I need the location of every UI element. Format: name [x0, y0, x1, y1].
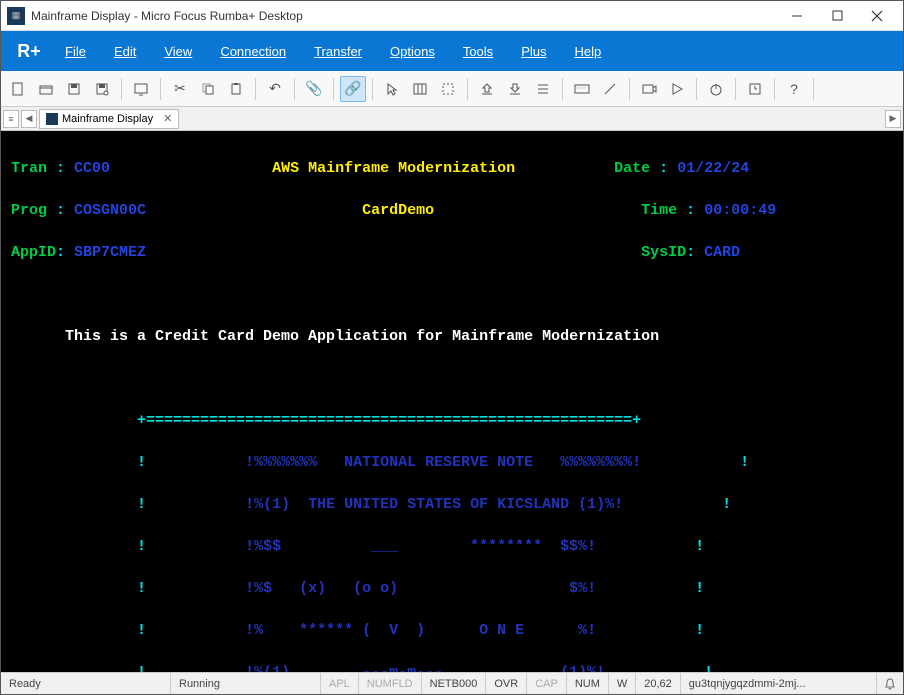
maximize-button[interactable]	[817, 2, 857, 30]
copy-icon[interactable]	[195, 76, 221, 102]
menu-plus[interactable]: Plus	[507, 44, 560, 59]
toolbar: ✂ ↶ 📎 🔗 ?	[1, 71, 903, 107]
minimize-button[interactable]	[777, 2, 817, 30]
tab-prev[interactable]: ◀	[21, 110, 37, 128]
app-title: AWS Mainframe Modernization	[272, 158, 515, 179]
terminal-screen[interactable]: Tran : CC00 AWS Mainframe Modernization …	[1, 131, 903, 672]
time-value: 00:00:49	[704, 200, 776, 221]
tab-next[interactable]: ▶	[885, 110, 901, 128]
date-label: Date	[614, 158, 659, 179]
power-icon[interactable]	[703, 76, 729, 102]
close-button[interactable]	[857, 2, 897, 30]
attach-icon[interactable]: 📎	[301, 76, 327, 102]
tab-mainframe-display[interactable]: Mainframe Display ✕	[39, 109, 179, 129]
cursor-icon[interactable]	[379, 76, 405, 102]
sysid-label: SysID	[641, 242, 686, 263]
tran-value: CC00	[74, 158, 110, 179]
save-icon[interactable]	[61, 76, 87, 102]
prog-label: Prog	[11, 200, 56, 221]
open-icon[interactable]	[33, 76, 59, 102]
undo-icon[interactable]: ↶	[262, 76, 288, 102]
ascii-art: +=======================================…	[137, 410, 641, 431]
status-cursor-pos: 20,62	[636, 673, 681, 694]
status-w: W	[609, 673, 636, 694]
status-numfld: NUMFLD	[359, 673, 422, 694]
menu-options[interactable]: Options	[376, 44, 449, 59]
menu-file[interactable]: File	[51, 44, 100, 59]
status-netb: NETB000	[422, 673, 487, 694]
cut-icon[interactable]: ✂	[167, 76, 193, 102]
appid-value: SBP7CMEZ	[74, 242, 146, 263]
select-icon[interactable]	[435, 76, 461, 102]
status-bar: Ready Running APL NUMFLD NETB000 OVR CAP…	[1, 672, 903, 694]
clock-icon[interactable]	[742, 76, 768, 102]
link-icon[interactable]: 🔗	[340, 76, 366, 102]
app-subtitle: CardDemo	[362, 200, 434, 221]
tab-label: Mainframe Display	[62, 113, 153, 125]
app-logo: R+	[7, 41, 51, 62]
tran-label: Tran	[11, 158, 56, 179]
prog-value: COSGN00C	[74, 200, 146, 221]
upload-icon[interactable]	[474, 76, 500, 102]
menu-help[interactable]: Help	[560, 44, 615, 59]
status-num: NUM	[567, 673, 609, 694]
status-running: Running	[171, 673, 321, 694]
new-icon[interactable]	[5, 76, 31, 102]
status-ovr: OVR	[486, 673, 527, 694]
menu-view[interactable]: View	[150, 44, 206, 59]
screen-icon[interactable]	[128, 76, 154, 102]
tab-icon	[46, 113, 58, 125]
menu-connection[interactable]: Connection	[206, 44, 300, 59]
camera-icon[interactable]	[636, 76, 662, 102]
appid-label: AppID	[11, 242, 56, 263]
sysid-value: CARD	[704, 242, 740, 263]
tab-scroll-left[interactable]: ≡	[3, 110, 19, 128]
status-user: gu3tqnjygqzdmmi-2mj...	[681, 673, 877, 694]
saveas-icon[interactable]	[89, 76, 115, 102]
status-apl: APL	[321, 673, 359, 694]
download-icon[interactable]	[502, 76, 528, 102]
time-label: Time	[641, 200, 686, 221]
menu-transfer[interactable]: Transfer	[300, 44, 376, 59]
bell-icon[interactable]	[877, 673, 903, 694]
menu-edit[interactable]: Edit	[100, 44, 150, 59]
play-icon[interactable]	[664, 76, 690, 102]
date-value: 01/22/24	[677, 158, 749, 179]
menu-tools[interactable]: Tools	[449, 44, 507, 59]
window-title: Mainframe Display - Micro Focus Rumba+ D…	[31, 9, 777, 23]
sync-icon[interactable]	[530, 76, 556, 102]
eyedropper-icon[interactable]	[597, 76, 623, 102]
status-cap: CAP	[527, 673, 567, 694]
status-ready: Ready	[1, 673, 171, 694]
app-icon: ▦	[7, 7, 25, 25]
description: This is a Credit Card Demo Application f…	[65, 326, 659, 347]
grid-icon[interactable]	[407, 76, 433, 102]
tab-close-icon[interactable]: ✕	[163, 112, 172, 125]
help-icon[interactable]: ?	[781, 76, 807, 102]
keyboard-icon[interactable]	[569, 76, 595, 102]
paste-icon[interactable]	[223, 76, 249, 102]
